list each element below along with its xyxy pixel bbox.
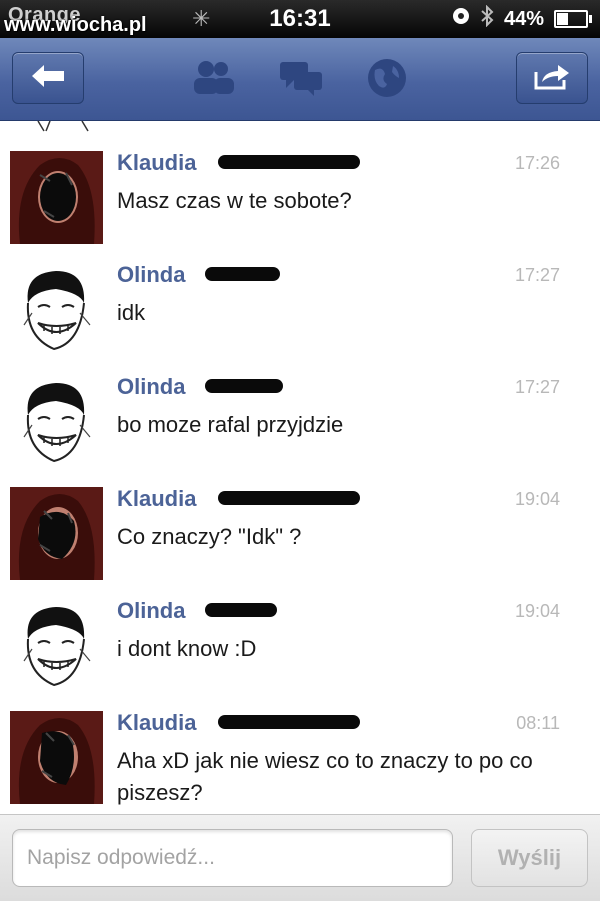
sender-name[interactable]: Olinda bbox=[117, 374, 185, 400]
message-thread[interactable]: Klaudia 17:26 Masz czas w te sobote? Oli… bbox=[0, 121, 600, 814]
klaudia-avatar[interactable] bbox=[10, 151, 103, 244]
back-button[interactable] bbox=[12, 52, 84, 104]
friends-icon[interactable] bbox=[188, 58, 238, 98]
battery-percent: 44% bbox=[503, 7, 544, 30]
message-time: 17:26 bbox=[514, 153, 560, 173]
status-icons: 44% bbox=[452, 4, 592, 33]
message-text: idk bbox=[117, 300, 146, 325]
redacted-surname bbox=[218, 715, 360, 729]
back-arrow-icon bbox=[28, 61, 68, 96]
message-item[interactable]: Olinda 17:27 bo moze rafal przyjdzie bbox=[0, 365, 600, 478]
status-bar: Orange www.wiocha.pl ✳ 16:31 44% bbox=[0, 0, 600, 38]
battery-level-fill bbox=[557, 13, 568, 25]
meme-face-avatar[interactable] bbox=[10, 599, 103, 692]
klaudia-avatar[interactable] bbox=[10, 711, 103, 804]
message-time: 17:27 bbox=[514, 265, 560, 285]
navigation-bar bbox=[0, 38, 600, 121]
bluetooth-icon bbox=[480, 4, 494, 33]
reply-input[interactable] bbox=[12, 829, 453, 887]
message-text: Aha xD jak nie wiesz co to znaczy to po … bbox=[117, 748, 533, 805]
meme-face-avatar[interactable] bbox=[10, 263, 103, 356]
redacted-surname bbox=[218, 491, 360, 505]
lock-rotation-icon bbox=[452, 7, 470, 31]
message-time: 19:04 bbox=[514, 489, 560, 509]
previous-message-remnant bbox=[37, 121, 89, 132]
redacted-surname bbox=[218, 155, 360, 169]
message-time: 17:27 bbox=[514, 377, 560, 397]
message-item[interactable]: Klaudia 19:04 Co znaczy? "Idk" ? bbox=[0, 477, 600, 590]
messages-icon[interactable] bbox=[276, 58, 326, 98]
notifications-globe-icon[interactable] bbox=[362, 58, 412, 98]
message-text: bo moze rafal przyjdzie bbox=[117, 412, 344, 437]
message-time: 08:11 bbox=[516, 713, 560, 733]
sender-name[interactable]: Klaudia bbox=[117, 486, 196, 512]
message-item[interactable]: Olinda 19:04 i dont know :D bbox=[0, 589, 600, 702]
message-item[interactable]: Klaudia 17:26 Masz czas w te sobote? bbox=[0, 141, 600, 254]
message-text: Masz czas w te sobote? bbox=[117, 188, 352, 213]
meme-face-avatar[interactable] bbox=[10, 375, 103, 468]
sender-name[interactable]: Olinda bbox=[117, 262, 185, 288]
battery-icon bbox=[554, 10, 592, 28]
message-item[interactable]: Klaudia 08:11 Aha xD jak nie wiesz co to… bbox=[0, 701, 600, 814]
message-item[interactable]: Olinda 17:27 idk bbox=[0, 253, 600, 366]
share-icon bbox=[532, 60, 572, 97]
message-text: i dont know :D bbox=[117, 636, 257, 661]
sender-name[interactable]: Olinda bbox=[117, 598, 185, 624]
sender-name[interactable]: Klaudia bbox=[117, 710, 196, 736]
redacted-surname bbox=[205, 379, 283, 393]
send-button[interactable]: Wyślij bbox=[471, 829, 588, 887]
sender-name[interactable]: Klaudia bbox=[117, 150, 196, 176]
message-time: 19:04 bbox=[514, 601, 560, 621]
share-button[interactable] bbox=[516, 52, 588, 104]
redacted-surname bbox=[205, 267, 280, 281]
redacted-surname bbox=[205, 603, 277, 617]
reply-bar: Wyślij bbox=[0, 814, 600, 901]
klaudia-avatar[interactable] bbox=[10, 487, 103, 580]
message-text: Co znaczy? "Idk" ? bbox=[117, 524, 302, 549]
